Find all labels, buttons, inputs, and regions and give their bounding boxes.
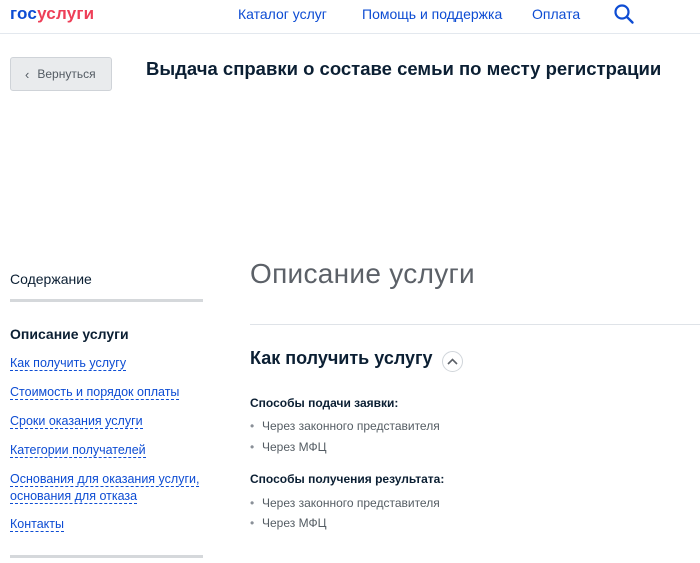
section-divider bbox=[250, 324, 700, 325]
sidebar-item-label: Стоимость и порядок оплаты bbox=[10, 385, 180, 400]
result-methods-label: Способы получения результата: bbox=[250, 472, 445, 486]
logo-part-uslugi: услуги bbox=[37, 4, 95, 23]
list-item: Через законного представителя bbox=[250, 419, 440, 433]
how-to-get-title: Как получить услугу bbox=[250, 348, 433, 368]
sidebar-item-label: Сроки оказания услуги bbox=[10, 414, 143, 429]
search-icon[interactable] bbox=[613, 3, 635, 25]
list-item: Через МФЦ bbox=[250, 516, 327, 530]
back-button[interactable]: ‹ Вернуться bbox=[10, 57, 112, 91]
sidebar-heading: Содержание bbox=[10, 271, 92, 287]
chevron-up-icon bbox=[447, 358, 458, 365]
nav-catalog-link[interactable]: Каталог услуг bbox=[238, 6, 327, 22]
sidebar-item-label: Контакты bbox=[10, 517, 64, 532]
sidebar-item-how-to-get[interactable]: Как получить услугу bbox=[10, 355, 127, 372]
list-item: Через законного представителя bbox=[250, 496, 440, 510]
nav-help-link[interactable]: Помощь и поддержка bbox=[362, 6, 502, 22]
gosuslugi-logo[interactable]: госуслуги bbox=[10, 4, 94, 24]
list-item: Через МФЦ bbox=[250, 440, 327, 454]
sidebar-item-recipients[interactable]: Категории получателей bbox=[10, 442, 146, 459]
sidebar-item-grounds[interactable]: Основания для оказания услуги, основания… bbox=[10, 471, 200, 505]
logo-part-gos: гос bbox=[10, 4, 38, 23]
sidebar-divider-bottom bbox=[10, 555, 203, 558]
section-title: Описание услуги bbox=[250, 258, 475, 289]
sidebar-item-label: Категории получателей bbox=[10, 443, 146, 458]
sidebar-item-cost[interactable]: Стоимость и порядок оплаты bbox=[10, 384, 180, 401]
back-button-label: Вернуться bbox=[37, 67, 96, 81]
sidebar-divider-top bbox=[10, 299, 203, 302]
submission-methods-label: Способы подачи заявки: bbox=[250, 396, 399, 410]
sidebar-item-label: основания для отказа bbox=[10, 489, 138, 504]
site-header: госуслуги Каталог услуг Помощь и поддерж… bbox=[0, 0, 700, 34]
sidebar-item-label: Основания для оказания услуги, bbox=[10, 472, 200, 487]
chevron-left-icon: ‹ bbox=[25, 66, 30, 82]
sidebar-item-description-active[interactable]: Описание услуги bbox=[10, 326, 129, 342]
sidebar-item-terms[interactable]: Сроки оказания услуги bbox=[10, 413, 143, 430]
sidebar-item-label: Как получить услугу bbox=[10, 356, 127, 371]
collapse-button[interactable] bbox=[442, 351, 463, 372]
page-title: Выдача справки о составе семьи по месту … bbox=[146, 58, 662, 79]
nav-payment-link[interactable]: Оплата bbox=[532, 6, 580, 22]
sidebar-item-contacts[interactable]: Контакты bbox=[10, 516, 64, 533]
